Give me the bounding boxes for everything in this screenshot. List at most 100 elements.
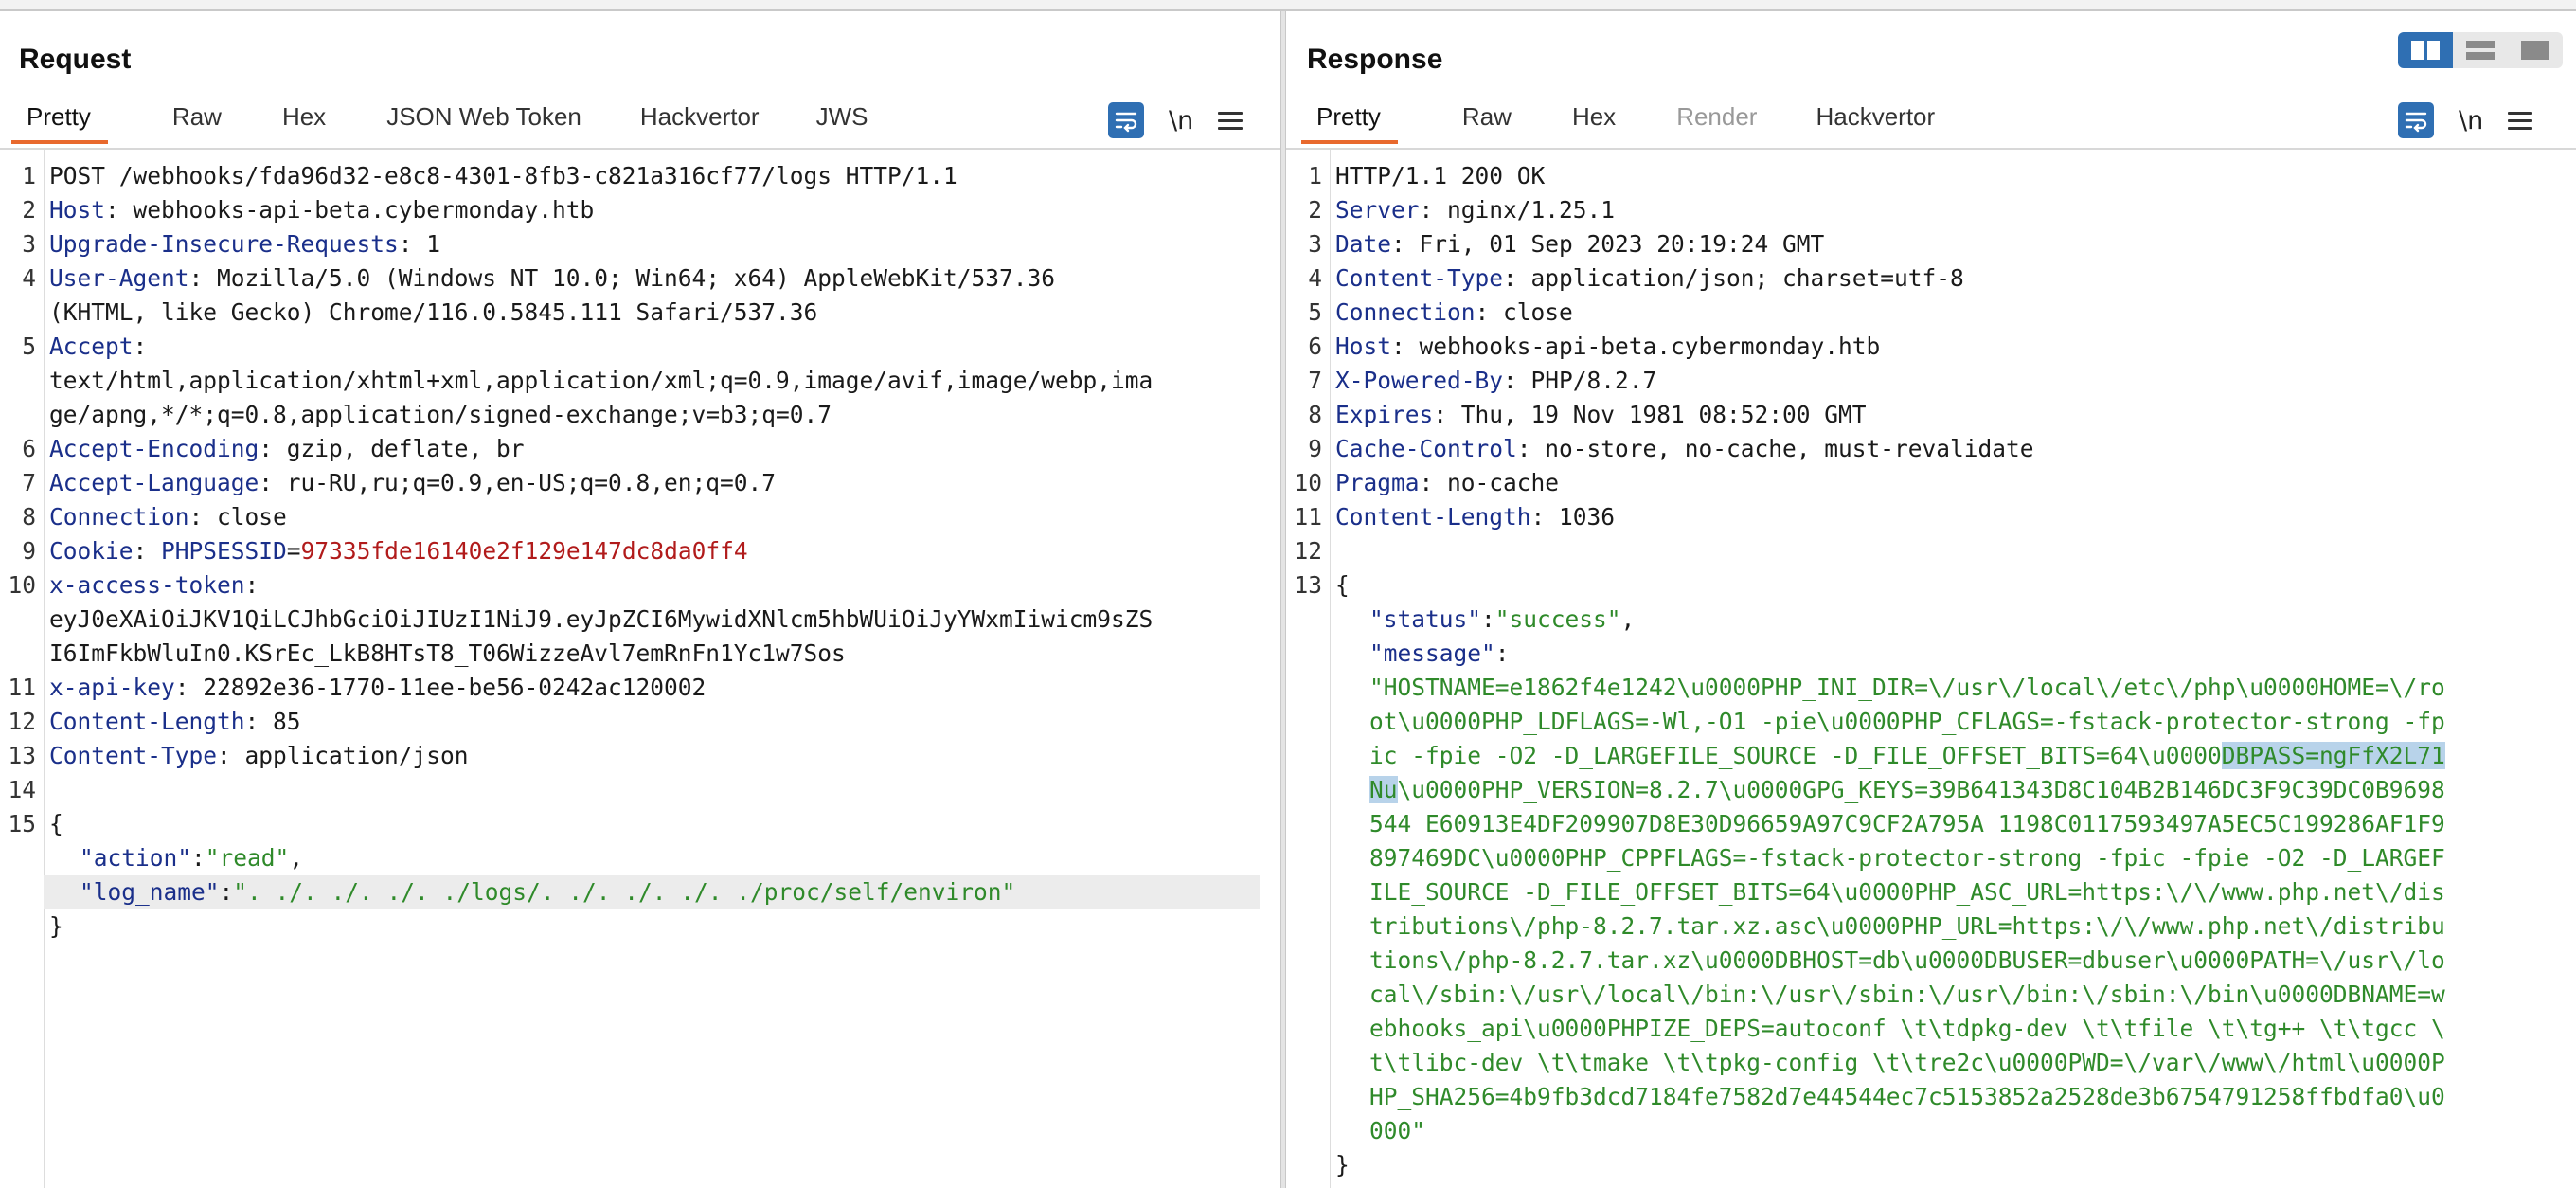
message-value-line: Nu\u0000PHP_VERSION=8.2.7\u0000GPG_KEYS=… <box>1369 776 2445 803</box>
status-line: HTTP/1.1 200 OK <box>1335 162 1546 189</box>
tab-hex[interactable]: Hex <box>1572 95 1616 138</box>
selected-dbpass-tail: Nu <box>1369 776 1398 803</box>
rows-icon <box>2466 41 2495 60</box>
line-number: 12 <box>8 708 36 735</box>
json-close-brace: } <box>49 912 63 940</box>
response-header-line: Expires: Thu, 19 Nov 1981 08:52:00 GMT <box>1335 401 1867 428</box>
response-editor-tools: \n <box>2398 102 2533 138</box>
request-header-continuation: ge/apng,*/*;q=0.8,application/signed-exc… <box>49 401 832 428</box>
message-value-line: tions\/php-8.2.7.tar.xz\u0000DBHOST=db\u… <box>1369 946 2445 974</box>
request-header-continuation: (KHTML, like Gecko) Chrome/116.0.5845.11… <box>49 298 818 326</box>
message-value-line: ILE_SOURCE -D_FILE_OFFSET_BITS=64\u0000P… <box>1369 878 2445 906</box>
tab-hex[interactable]: Hex <box>282 95 326 138</box>
request-header-line: Content-Length: 85 <box>49 708 301 735</box>
response-title: Response <box>1307 44 1443 75</box>
json-status-line: "status":"success", <box>1369 605 1636 633</box>
request-header-line: Content-Type: application/json <box>49 742 469 769</box>
wrap-icon <box>1115 112 1137 133</box>
message-value-line: cal\/sbin:\/usr\/local\/bin:\/usr\/sbin:… <box>1369 981 2445 1008</box>
request-header-continuation: text/html,application/xhtml+xml,applicat… <box>49 367 1154 394</box>
menu-icon[interactable] <box>2508 111 2533 130</box>
json-log-name-line: "log_name":". ./. ./. ./. ./logs/. ./. .… <box>80 878 1016 906</box>
line-number: 8 <box>1308 401 1322 428</box>
line-number: 15 <box>8 810 36 837</box>
line-number: 7 <box>1308 367 1322 394</box>
response-header-line: Content-Length: 1036 <box>1335 503 1616 531</box>
request-header-line: Host: webhooks-api-beta.cybermonday.htb <box>49 196 595 224</box>
response-header-line: Pragma: no-cache <box>1335 469 1560 496</box>
request-header-line: Accept-Language: ru-RU,ru;q=0.9,en-US;q=… <box>49 469 777 496</box>
line-number: 3 <box>22 230 36 258</box>
wrap-lines-button[interactable] <box>2398 102 2434 138</box>
line-number: 4 <box>1308 264 1322 292</box>
line-number: 10 <box>1294 469 1322 496</box>
line-number: 14 <box>8 776 36 803</box>
response-header-line: Server: nginx/1.25.1 <box>1335 196 1616 224</box>
message-value-line: ot\u0000PHP_LDFLAGS=-Wl,-O1 -pie\u0000PH… <box>1369 708 2445 735</box>
message-value-line: HP_SHA256=4b9fb3dcd7184fe7582d7e44544ec7… <box>1369 1083 2445 1110</box>
message-value-line: ebhooks_api\u0000PHPIZE_DEPS=autoconf \t… <box>1369 1015 2445 1042</box>
line-number: 1 <box>1308 162 1322 189</box>
response-header-line: Content-Type: application/json; charset=… <box>1335 264 1964 292</box>
layout-stacked-button[interactable] <box>2453 32 2508 68</box>
request-line: POST /webhooks/fda96d32-e8c8-4301-8fb3-c… <box>49 162 957 189</box>
json-close-brace: } <box>1335 1151 1350 1179</box>
window-top-bar <box>0 0 2576 11</box>
tab-render[interactable]: Render <box>1676 95 1757 138</box>
line-number: 13 <box>1294 571 1322 599</box>
line-number: 4 <box>22 264 36 292</box>
response-header-line: Date: Fri, 01 Sep 2023 20:19:24 GMT <box>1335 230 1825 258</box>
request-header-line: Accept: <box>49 333 148 360</box>
tab-pretty[interactable]: Pretty <box>11 95 108 144</box>
response-header-line: Host: webhooks-api-beta.cybermonday.htb <box>1335 333 1881 360</box>
line-number: 13 <box>8 742 36 769</box>
tab-hackvertor[interactable]: Hackvertor <box>640 95 760 138</box>
request-header-line: x-api-key: 22892e36-1770-11ee-be56-0242a… <box>49 674 707 701</box>
request-header-continuation: eyJ0eXAiOiJKV1QiLCJhbGciOiJIUzI1NiJ9.eyJ… <box>49 605 1154 633</box>
response-header-line: Cache-Control: no-store, no-cache, must-… <box>1335 435 2034 462</box>
selected-dbpass: DBPASS=ngFfX2L71 <box>2221 742 2445 769</box>
tab-jws[interactable]: JWS <box>816 95 868 138</box>
show-newlines-button[interactable]: \n <box>1169 106 1193 135</box>
cookie-header-line: Cookie: PHPSESSID=97335fde16140e2f129e14… <box>49 537 748 565</box>
response-header-line: Connection: close <box>1335 298 1573 326</box>
request-tabs: Pretty Raw Hex JSON Web Token Hackvertor… <box>8 95 868 148</box>
line-number: 2 <box>1308 196 1322 224</box>
message-value-line: ic -fpie -O2 -D_LARGEFILE_SOURCE -D_FILE… <box>1369 742 2445 769</box>
line-number: 1 <box>22 162 36 189</box>
message-value-line: 000" <box>1369 1117 1426 1144</box>
response-editor[interactable]: 1 HTTP/1.1 200 OK 2 Server: nginx/1.25.1 3… <box>1286 150 2576 1188</box>
show-newlines-button[interactable]: \n <box>2459 106 2483 135</box>
tab-pretty[interactable]: Pretty <box>1301 95 1398 144</box>
line-number: 10 <box>8 571 36 599</box>
tab-raw[interactable]: Raw <box>172 95 222 138</box>
line-number: 9 <box>22 537 36 565</box>
line-number: 6 <box>1308 333 1322 360</box>
request-header-line: Upgrade-Insecure-Requests: 1 <box>49 230 441 258</box>
layout-side-by-side-button[interactable] <box>2398 32 2453 68</box>
tab-json-web-token[interactable]: JSON Web Token <box>386 95 581 138</box>
line-number: 11 <box>8 674 36 701</box>
line-gutter <box>0 150 45 1188</box>
request-header-line: x-access-token: <box>49 571 259 599</box>
request-header-line: Connection: close <box>49 503 287 531</box>
line-number: 6 <box>22 435 36 462</box>
json-message-key: "message": <box>1369 639 1510 667</box>
line-number: 8 <box>22 503 36 531</box>
request-pane: Request Pretty Raw Hex JSON Web Token Ha… <box>0 11 1280 1188</box>
menu-icon[interactable] <box>1218 111 1243 130</box>
request-editor-tools: \n <box>1108 102 1243 138</box>
single-pane-icon <box>2521 41 2549 60</box>
tab-hackvertor[interactable]: Hackvertor <box>1816 95 1935 138</box>
request-editor[interactable]: 1 POST /webhooks/fda96d32-e8c8-4301-8fb3-… <box>0 150 1280 1188</box>
layout-tabs-button[interactable] <box>2508 32 2563 68</box>
request-header-line: User-Agent: Mozilla/5.0 (Windows NT 10.0… <box>49 264 1056 292</box>
response-tabs: Pretty Raw Hex Render Hackvertor <box>1296 95 1935 148</box>
tab-raw[interactable]: Raw <box>1462 95 1512 138</box>
request-header-continuation: I6ImFkbWluIn0.KSrEc_LkB8HTsT8_T06WizzeAv… <box>49 639 846 667</box>
message-value-line: tributions\/php-8.2.7.tar.xz.asc\u0000PH… <box>1369 912 2445 940</box>
message-value-line: t\tlibc-dev \t\tmake \t\tpkg-config \t\t… <box>1369 1049 2445 1076</box>
wrap-lines-button[interactable] <box>1108 102 1144 138</box>
message-value-line: "HOSTNAME=e1862f4e1242\u0000PHP_INI_DIR=… <box>1369 674 2445 701</box>
line-number: 11 <box>1294 503 1322 531</box>
